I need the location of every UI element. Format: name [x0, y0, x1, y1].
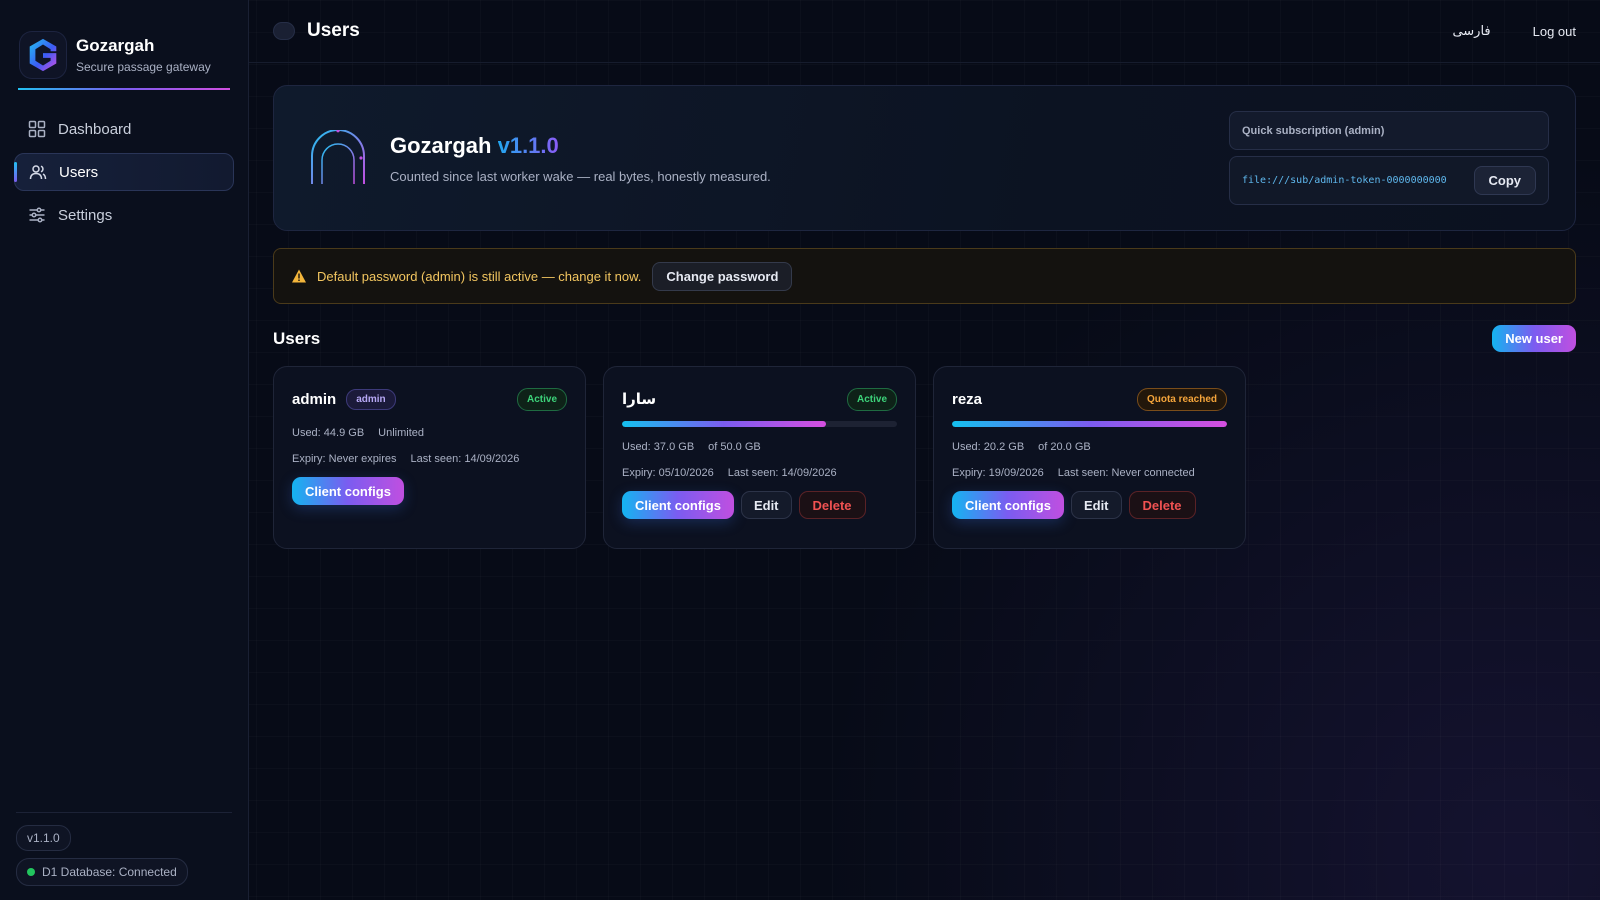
copy-button[interactable]: Copy: [1473, 166, 1536, 195]
usage-quota: of 50.0 GB: [708, 441, 761, 453]
sidebar-item-settings[interactable]: Settings: [14, 196, 234, 234]
grid-icon: [28, 120, 46, 138]
brand-name: Gozargah: [76, 36, 155, 55]
page-title: Users: [307, 20, 360, 41]
subscription-url-box: file:///sub/admin-token-0000000000 Copy: [1229, 156, 1549, 205]
status-badge: Active: [516, 387, 567, 411]
hero-version: v1.1.0: [497, 132, 559, 158]
expiry: Expiry: 05/10/2026: [622, 467, 714, 479]
db-status-text: D1 Database: Connected: [42, 865, 177, 879]
change-password-button[interactable]: Change password: [652, 261, 793, 291]
delete-button[interactable]: Delete: [798, 491, 866, 519]
gozargah-logo-icon: [20, 32, 66, 78]
expiry: Expiry: Never expires: [292, 453, 397, 465]
new-user-button[interactable]: New user: [1492, 325, 1576, 352]
usage-used: Used: 20.2 GB: [952, 441, 1025, 453]
usage-quota: of 20.0 GB: [1038, 441, 1091, 453]
sidebar-item-dashboard[interactable]: Dashboard: [14, 110, 234, 148]
usage-used: Used: 44.9 GB: [292, 427, 365, 439]
logout-link[interactable]: Log out: [1533, 24, 1576, 39]
edit-button[interactable]: Edit: [1070, 491, 1122, 519]
hero-subtitle: Counted since last worker wake — real by…: [390, 168, 771, 184]
gateway-arch-icon: [310, 130, 366, 185]
last-seen: Last seen: 14/09/2026: [410, 453, 520, 465]
subscription-url[interactable]: file:///sub/admin-token-0000000000: [1242, 175, 1447, 186]
status-badge: Active: [846, 387, 897, 411]
client-configs-button[interactable]: Client configs: [292, 477, 404, 505]
main-content: Users فارسی Log out Gozargah v1.1.0 Coun…: [249, 0, 1600, 900]
status-dot-icon: [27, 868, 35, 876]
sidebar-item-label: Users: [59, 163, 99, 181]
default-password-warning: Default password (admin) is still active…: [273, 248, 1576, 304]
sidebar-nav: Dashboard Users Settings: [0, 90, 248, 259]
usage-progress-fill: [622, 421, 826, 427]
db-status-badge: D1 Database: Connected: [16, 858, 188, 886]
language-switch-link[interactable]: فارسی: [1452, 23, 1490, 39]
user-card-reza: reza Quota reached Used: 20.2 GB of 20.0…: [933, 366, 1246, 549]
user-card-admin: admin admin Active Used: 44.9 GB Unlimit…: [273, 366, 586, 549]
usage-used: Used: 37.0 GB: [622, 441, 695, 453]
usage-progress-fill: [952, 421, 1227, 427]
sidebar-item-label: Settings: [58, 206, 113, 224]
users-section-header: Users New user: [273, 325, 1576, 352]
edit-button[interactable]: Edit: [740, 491, 792, 519]
hero-app-name: Gozargah: [390, 132, 492, 158]
app-root: Gozargah Secure passage gateway Dashboar…: [0, 0, 1600, 900]
users-section-title: Users: [273, 328, 321, 348]
sidebar-toggle-button[interactable]: [273, 22, 295, 40]
brand[interactable]: Gozargah Secure passage gateway: [0, 0, 248, 88]
user-name: admin: [292, 390, 337, 408]
quick-subscription: Quick subscription (admin) file:///sub/a…: [1229, 111, 1549, 205]
client-configs-button[interactable]: Client configs: [622, 491, 734, 519]
user-card-sara: سارا Active Used: 37.0 GB of 50.0 GB Exp…: [603, 366, 916, 549]
last-seen: Last seen: Never connected: [1057, 467, 1195, 479]
last-seen: Last seen: 14/09/2026: [727, 467, 837, 479]
sidebar-item-label: Dashboard: [58, 120, 132, 138]
brand-tagline: Secure passage gateway: [76, 60, 211, 74]
hero-title: Gozargah v1.1.0: [390, 133, 771, 159]
topbar: Users فارسی Log out: [249, 0, 1600, 63]
warning-icon: [292, 269, 306, 283]
client-configs-button[interactable]: Client configs: [952, 491, 1064, 519]
sliders-icon: [29, 207, 45, 223]
warning-text: Default password (admin) is still active…: [317, 268, 642, 284]
user-name: reza: [952, 390, 983, 408]
sidebar-item-users[interactable]: Users: [14, 153, 234, 191]
quick-subscription-label: Quick subscription (admin): [1229, 111, 1549, 150]
user-name: سارا: [622, 391, 657, 408]
version-badge: v1.1.0: [16, 825, 71, 851]
sidebar: Gozargah Secure passage gateway Dashboar…: [0, 0, 249, 900]
users-icon: [29, 165, 47, 180]
usage-quota: Unlimited: [378, 427, 425, 439]
sidebar-footer: v1.1.0 D1 Database: Connected: [16, 812, 232, 886]
usage-progress-bar: [952, 421, 1227, 427]
usage-progress-bar: [622, 421, 897, 427]
expiry: Expiry: 19/09/2026: [952, 467, 1044, 479]
user-cards: admin admin Active Used: 44.9 GB Unlimit…: [273, 366, 1576, 549]
page-body: Gozargah v1.1.0 Counted since last worke…: [249, 63, 1600, 571]
hero-panel: Gozargah v1.1.0 Counted since last worke…: [273, 85, 1576, 231]
admin-badge: admin: [346, 388, 396, 410]
delete-button[interactable]: Delete: [1128, 491, 1196, 519]
status-badge: Quota reached: [1136, 387, 1227, 411]
